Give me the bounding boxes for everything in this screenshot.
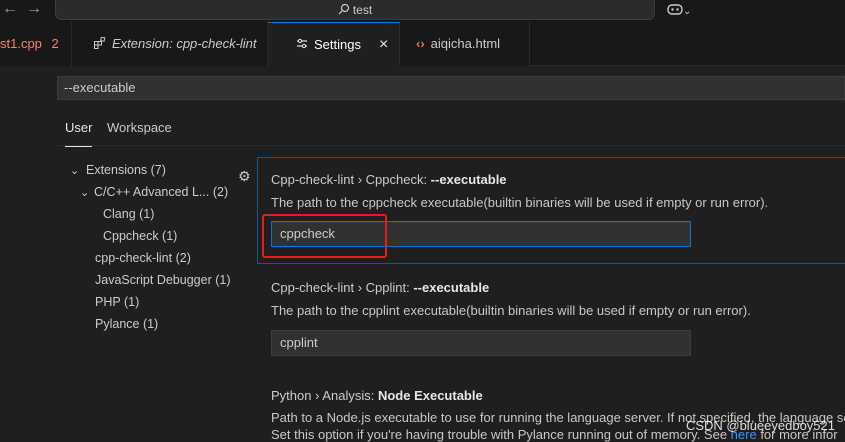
tab-extension-cpp-check-lint[interactable]: Extension: cpp-check-lint: [72, 22, 268, 66]
tab-workspace-settings[interactable]: Workspace: [107, 120, 172, 142]
tab-label: Extension: cpp-check-lint: [112, 36, 257, 51]
setting-description: The path to the cppcheck executable(buil…: [271, 195, 769, 210]
tab-label: st1.cpp: [0, 36, 42, 51]
error-count-badge: 2: [51, 36, 59, 51]
chevron-down-icon[interactable]: ⌄: [683, 6, 691, 17]
tab-aiqicha-html[interactable]: ‹› aiqicha.html: [400, 22, 530, 66]
title-bar: ← → test ⌄: [0, 0, 845, 22]
command-center-search[interactable]: test: [55, 0, 655, 20]
toc-item-clang[interactable]: Clang (1): [103, 206, 154, 222]
toc-label: Extensions (7): [86, 163, 166, 177]
extensions-icon: [94, 22, 106, 66]
html-code-icon: ‹›: [416, 36, 425, 51]
search-icon: [338, 3, 349, 15]
divider: [57, 145, 845, 146]
settings-icon: [296, 23, 308, 67]
gear-icon[interactable]: ⚙: [238, 169, 251, 183]
editor-tab-bar: st1.cpp 2 Extension: cpp-check-lint Sett…: [0, 22, 845, 66]
tab-user-settings[interactable]: User: [65, 120, 93, 147]
toc-item-cpp-advanced[interactable]: ⌄ C/C++ Advanced L... (2): [80, 184, 228, 201]
settings-search-input[interactable]: --executable: [57, 76, 845, 100]
search-text: test: [352, 3, 373, 17]
copilot-icon[interactable]: ⌄: [667, 0, 691, 22]
setting-title: Cpp-check-lint › Cppcheck: --executable: [271, 172, 507, 187]
close-icon[interactable]: ×: [379, 23, 388, 67]
tab-settings[interactable]: Settings ×: [268, 22, 400, 66]
toc-label: C/C++ Advanced L... (2): [94, 185, 229, 199]
toc-item-cppcheck[interactable]: Cppcheck (1): [103, 228, 177, 244]
toc-item-extensions[interactable]: ⌄ Extensions (7): [70, 162, 166, 179]
setting-description: The path to the cpplint executable(built…: [271, 303, 751, 318]
chevron-down-icon: ⌄: [80, 187, 90, 199]
watermark: CSDN @blueeyedboy521: [685, 418, 835, 433]
toc-item-php[interactable]: PHP (1): [95, 294, 139, 310]
arrow-left-icon[interactable]: ←: [2, 0, 18, 20]
tab-label: Settings: [314, 37, 361, 52]
setting-title: Cpp-check-lint › Cpplint: --executable: [271, 280, 490, 295]
chevron-down-icon: ⌄: [70, 165, 80, 177]
toc-item-pylance[interactable]: Pylance (1): [95, 316, 158, 332]
toc-item-javascript-debugger[interactable]: JavaScript Debugger (1): [95, 272, 230, 288]
toc-item-cpp-check-lint[interactable]: cpp-check-lint (2): [95, 250, 191, 266]
cpplint-executable-input[interactable]: cpplint: [271, 330, 691, 356]
arrow-right-icon[interactable]: →: [26, 0, 42, 20]
tab-label: aiqicha.html: [430, 36, 501, 51]
tab-st1-cpp[interactable]: st1.cpp 2: [0, 22, 72, 66]
highlight-box: [262, 214, 387, 258]
setting-title: Python › Analysis: Node Executable: [271, 388, 483, 403]
